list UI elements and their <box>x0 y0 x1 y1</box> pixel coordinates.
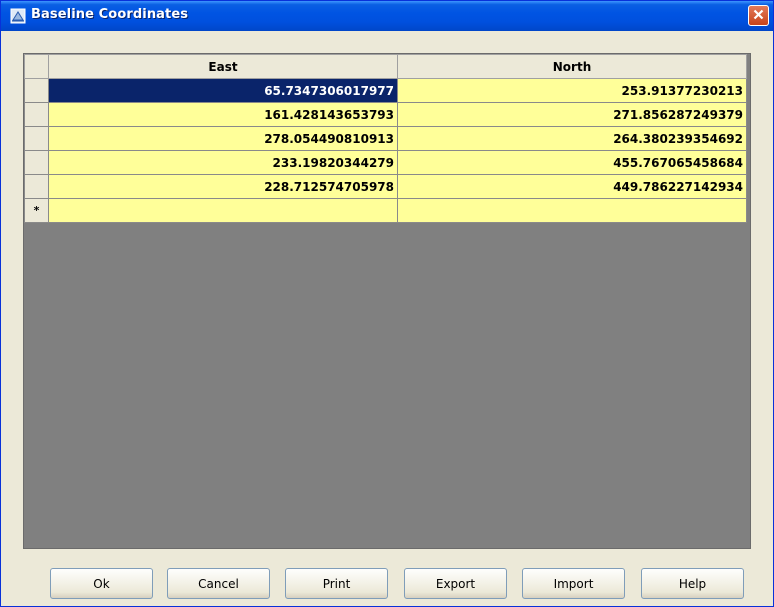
print-label: Print <box>322 576 351 591</box>
title-bar[interactable]: Baseline Coordinates <box>1 1 773 31</box>
row-header[interactable] <box>24 150 49 175</box>
table-row: 161.428143653793 271.856287249379 <box>24 102 747 127</box>
north-cell[interactable]: 271.856287249379 <box>397 102 747 127</box>
east-cell[interactable]: 65.7347306017977 <box>48 78 398 103</box>
column-header-east[interactable]: East <box>48 54 398 79</box>
row-header[interactable] <box>24 102 49 127</box>
column-header-north[interactable]: North <box>397 54 747 79</box>
close-button[interactable] <box>748 5 769 26</box>
north-cell-new[interactable] <box>397 198 747 223</box>
new-row: * <box>24 198 747 223</box>
north-cell[interactable]: 253.91377230213 <box>397 78 747 103</box>
row-header[interactable] <box>24 174 49 199</box>
table-row: 65.7347306017977 253.91377230213 <box>24 78 747 103</box>
cancel-button[interactable]: Cancel <box>167 568 270 599</box>
east-cell[interactable]: 228.712574705978 <box>48 174 398 199</box>
table-row: 233.19820344279 455.767065458684 <box>24 150 747 175</box>
cancel-label: Cancel <box>198 576 239 591</box>
east-cell[interactable]: 161.428143653793 <box>48 102 398 127</box>
export-label: Export <box>435 576 476 591</box>
new-row-marker[interactable]: * <box>24 198 49 223</box>
north-cell[interactable]: 264.380239354692 <box>397 126 747 151</box>
east-cell[interactable]: 278.054490810913 <box>48 126 398 151</box>
coordinates-table: East North 65.7347306017977 253.91377230… <box>24 54 747 223</box>
baseline-coordinates-window: Baseline Coordinates East North 65.73473… <box>0 0 774 607</box>
ok-label: Ok <box>93 576 110 591</box>
header-row: East North <box>24 54 747 79</box>
window-title: Baseline Coordinates <box>31 7 189 22</box>
corner-header[interactable] <box>24 54 49 79</box>
east-cell[interactable]: 233.19820344279 <box>48 150 398 175</box>
import-button[interactable]: Import <box>522 568 625 599</box>
east-cell-new[interactable] <box>48 198 398 223</box>
table-row: 278.054490810913 264.380239354692 <box>24 126 747 151</box>
row-header[interactable] <box>24 78 49 103</box>
close-icon <box>753 7 764 25</box>
table-row: 228.712574705978 449.786227142934 <box>24 174 747 199</box>
baseline-app-icon <box>10 8 26 24</box>
import-label: Import <box>553 576 594 591</box>
export-button[interactable]: Export <box>404 568 507 599</box>
north-cell[interactable]: 455.767065458684 <box>397 150 747 175</box>
help-label: Help <box>678 576 707 591</box>
row-header[interactable] <box>24 126 49 151</box>
button-bar: Ok Cancel Print Export Import Help <box>1 568 773 602</box>
coordinates-grid[interactable]: East North 65.7347306017977 253.91377230… <box>23 53 751 549</box>
north-cell[interactable]: 449.786227142934 <box>397 174 747 199</box>
help-button[interactable]: Help <box>641 568 744 599</box>
print-button[interactable]: Print <box>285 568 388 599</box>
ok-button[interactable]: Ok <box>50 568 153 599</box>
